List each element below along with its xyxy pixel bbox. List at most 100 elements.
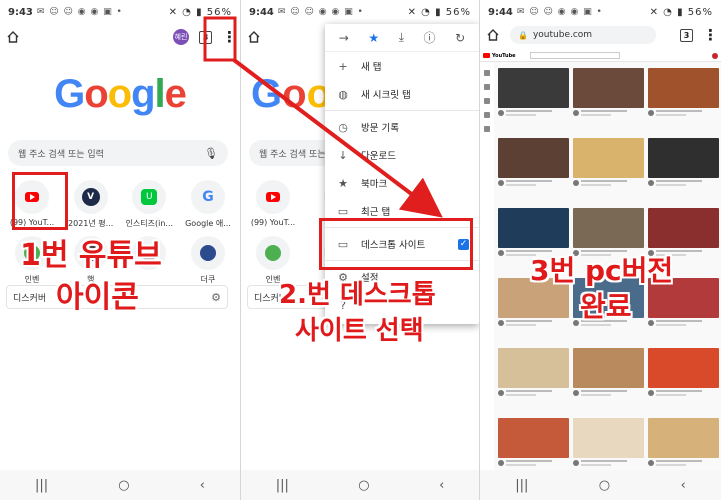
recents-icon[interactable]: |||	[515, 478, 528, 493]
tile-instiz[interactable]: U 인스티즈(in...	[123, 180, 175, 229]
menu-downloads[interactable]: ↓ 다운로드	[325, 141, 479, 169]
v-icon: V	[81, 188, 100, 206]
channel-avatar[interactable]	[573, 110, 579, 116]
video-card[interactable]	[648, 348, 719, 408]
channel-avatar[interactable]	[498, 180, 504, 186]
video-thumbnail[interactable]	[498, 208, 569, 248]
video-thumbnail[interactable]	[498, 348, 569, 388]
menu-new-tab[interactable]: + 새 탭	[325, 52, 479, 80]
video-card[interactable]	[573, 348, 644, 408]
video-thumbnail[interactable]	[648, 348, 719, 388]
back-icon[interactable]: ‹	[200, 478, 205, 493]
video-card[interactable]	[498, 68, 569, 128]
video-thumbnail[interactable]	[648, 418, 719, 458]
google-icon: G	[202, 189, 214, 205]
video-card[interactable]	[648, 68, 719, 128]
video-card[interactable]	[498, 138, 569, 198]
video-title-lines	[656, 390, 702, 398]
home-icon[interactable]	[6, 30, 20, 44]
video-meta	[573, 390, 644, 398]
video-thumbnail[interactable]	[498, 68, 569, 108]
channel-avatar[interactable]	[498, 250, 504, 256]
video-thumbnail[interactable]	[573, 208, 644, 248]
channel-avatar[interactable]	[648, 390, 654, 396]
tile-inven[interactable]: 인벤	[247, 236, 299, 285]
video-thumbnail[interactable]	[573, 418, 644, 458]
video-card[interactable]	[573, 68, 644, 128]
chrome-overflow-menu: → ★ ⤓ ⓘ ↻ + 새 탭 ◍ 새 시크릿 탭 ◷ 방문 기록 ↓ 다운로드…	[325, 24, 479, 324]
youtube-header: YouTube	[480, 50, 721, 62]
home-button-icon[interactable]: ○	[118, 478, 129, 493]
home-button-icon[interactable]: ○	[358, 478, 369, 493]
annotation-step2-line2: 사이트 선택	[295, 316, 424, 346]
recents-icon[interactable]: |||	[276, 478, 289, 493]
channel-avatar[interactable]	[573, 390, 579, 396]
video-card[interactable]	[648, 138, 719, 198]
channel-avatar[interactable]	[573, 460, 579, 466]
search-input[interactable]: 웹 주소 검색 또는 입력 🎙	[8, 140, 228, 166]
profile-avatar[interactable]: 혜린	[173, 29, 189, 45]
video-card[interactable]	[498, 278, 569, 338]
video-card[interactable]	[573, 138, 644, 198]
mic-icon[interactable]: 🎙	[204, 147, 218, 160]
recents-icon[interactable]: |||	[35, 478, 48, 493]
more-menu-icon[interactable]: ⋮	[222, 29, 237, 45]
channel-avatar[interactable]	[648, 180, 654, 186]
tile-2021[interactable]: V 2021년 평...	[65, 180, 117, 229]
video-card[interactable]	[498, 348, 569, 408]
channel-avatar[interactable]	[648, 460, 654, 466]
account-avatar[interactable]	[712, 52, 718, 59]
channel-avatar[interactable]	[573, 180, 579, 186]
address-bar[interactable]: 🔒 youtube.com	[510, 26, 656, 44]
channel-avatar[interactable]	[648, 110, 654, 116]
tile-youtube[interactable]: (99) YouT...	[247, 180, 299, 227]
channel-avatar[interactable]	[498, 320, 504, 326]
channel-avatar[interactable]	[498, 460, 504, 466]
tile-theqoo[interactable]: 더쿠	[182, 236, 234, 285]
back-icon[interactable]: ‹	[439, 478, 444, 493]
channel-avatar[interactable]	[648, 320, 654, 326]
channel-avatar[interactable]	[573, 320, 579, 326]
incognito-icon: ◍	[338, 87, 348, 101]
menu-history[interactable]: ◷ 방문 기록	[325, 113, 479, 141]
tab-switcher-button[interactable]: 3	[680, 28, 693, 42]
refresh-icon[interactable]: ↻	[455, 31, 465, 45]
video-card[interactable]	[573, 418, 644, 478]
home-icon[interactable]	[486, 28, 500, 42]
video-meta	[498, 110, 569, 118]
video-thumbnail[interactable]	[498, 138, 569, 178]
video-thumbnail[interactable]	[648, 208, 719, 248]
video-card[interactable]	[648, 278, 719, 338]
video-thumbnail[interactable]	[648, 138, 719, 178]
video-thumbnail[interactable]	[573, 348, 644, 388]
forward-icon[interactable]: →	[339, 31, 349, 45]
video-thumbnail[interactable]	[498, 418, 569, 458]
tab-switcher-button[interactable]: 3	[199, 30, 212, 44]
bookmark-star-icon[interactable]: ★	[368, 31, 379, 45]
youtube-search-input[interactable]	[529, 52, 620, 59]
video-meta	[648, 460, 719, 468]
back-icon[interactable]: ‹	[681, 478, 686, 493]
gear-icon[interactable]: ⚙	[211, 291, 221, 304]
video-thumbnail[interactable]	[648, 68, 719, 108]
video-card[interactable]	[498, 418, 569, 478]
youtube-logo[interactable]: YouTube	[483, 53, 516, 59]
annotation-step3-line1: 3번 pc버전	[530, 254, 674, 287]
video-thumbnail[interactable]	[573, 138, 644, 178]
download-icon[interactable]: ⤓	[399, 30, 404, 45]
info-icon[interactable]: ⓘ	[424, 29, 436, 46]
video-card[interactable]	[648, 418, 719, 478]
video-title-lines	[581, 390, 627, 398]
menu-new-incognito-tab[interactable]: ◍ 새 시크릿 탭	[325, 80, 479, 108]
more-menu-icon[interactable]: ⋮	[703, 27, 718, 43]
video-meta	[498, 320, 569, 328]
highlight-desktop-site	[319, 218, 473, 270]
menu-bookmarks[interactable]: ★ 북마크	[325, 169, 479, 197]
home-button-icon[interactable]: ○	[599, 478, 610, 493]
channel-avatar[interactable]	[498, 110, 504, 116]
annotation-step2-line1: 2.번 데스크톱	[279, 280, 436, 310]
home-icon[interactable]	[247, 30, 261, 44]
video-thumbnail[interactable]	[573, 68, 644, 108]
tile-google-apps[interactable]: G Google 애...	[182, 180, 234, 229]
channel-avatar[interactable]	[498, 390, 504, 396]
